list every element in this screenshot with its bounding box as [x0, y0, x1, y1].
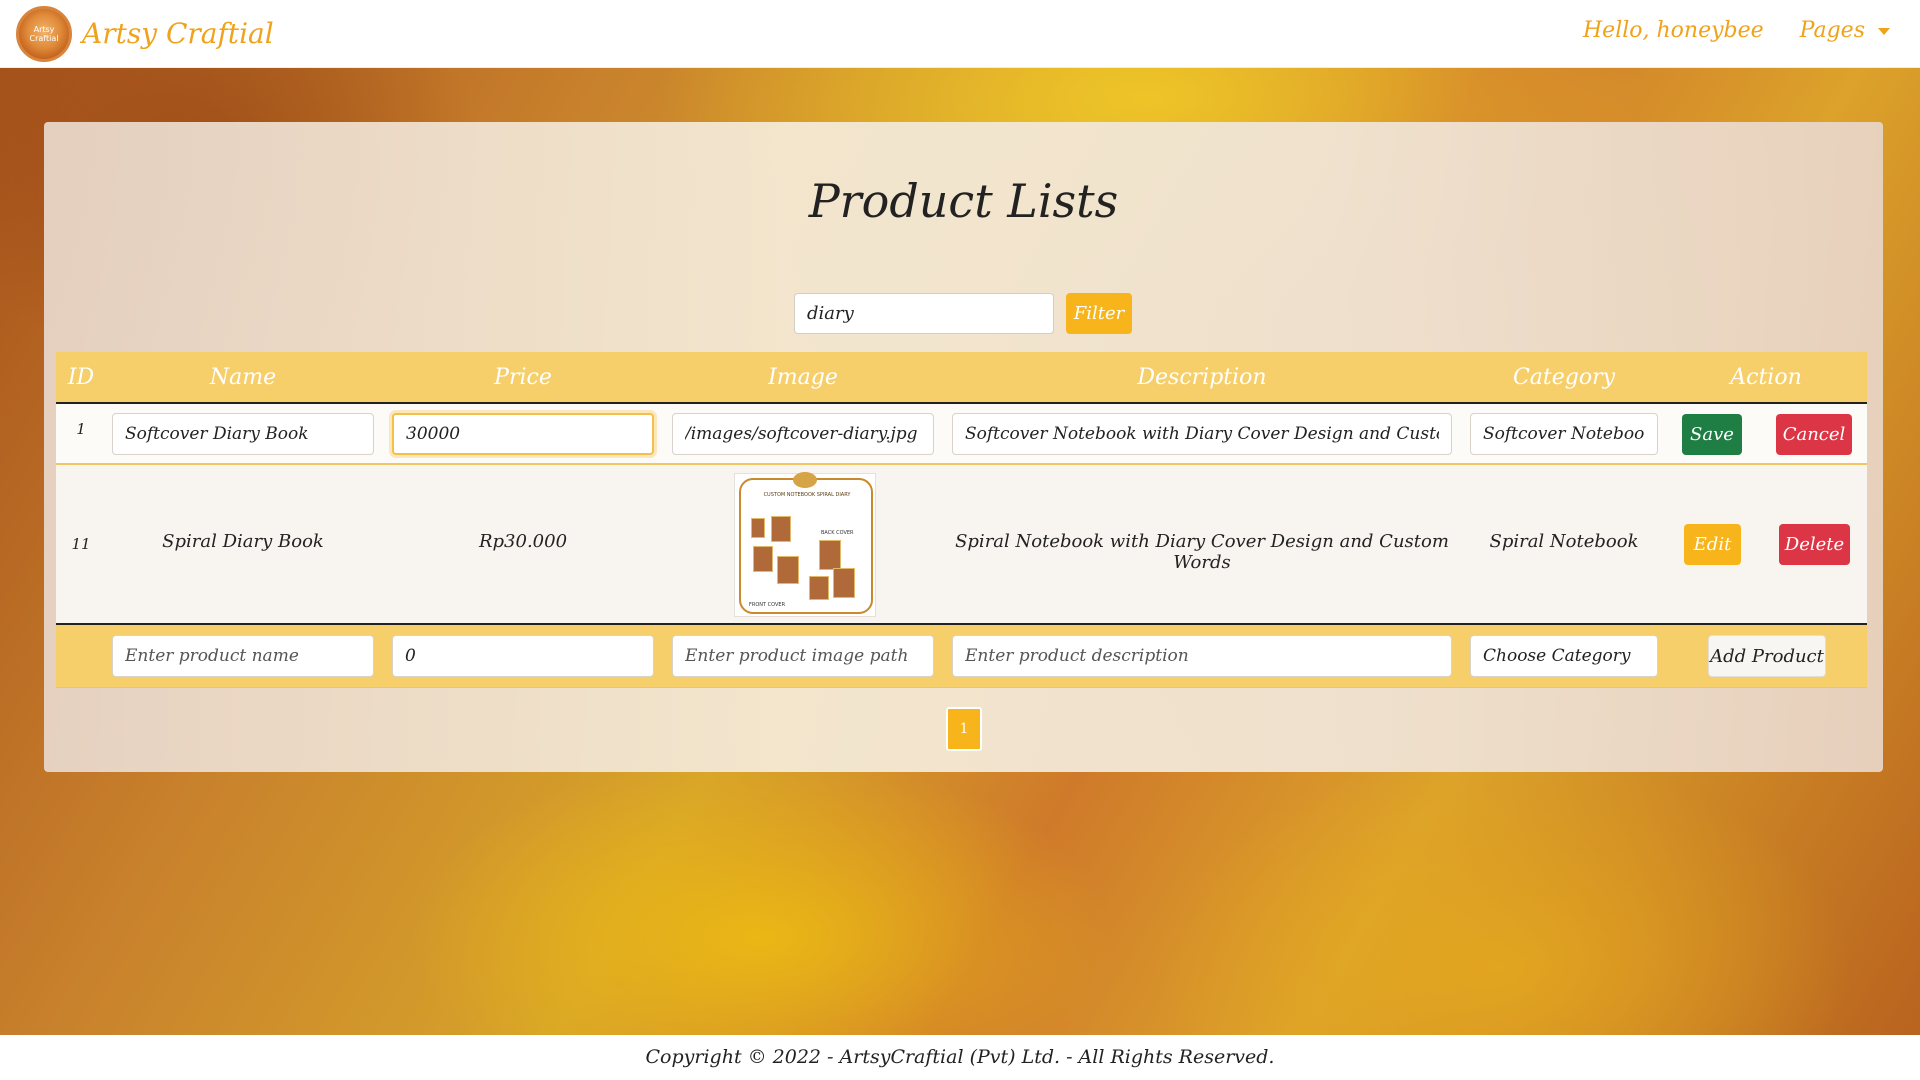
header-action: Action: [1730, 364, 1802, 390]
table-row-editing: 1 Save Cancel: [56, 404, 1867, 465]
filter-row: Filter: [794, 293, 1132, 334]
pages-label: Pages: [1799, 18, 1865, 43]
image-notebook: [751, 518, 765, 538]
user-greeting[interactable]: Hello, honeybee: [1583, 18, 1764, 43]
table-header: ID Name Price Image Description Category…: [56, 352, 1867, 404]
edit-image-input[interactable]: [672, 413, 934, 455]
edit-button[interactable]: Edit: [1684, 524, 1741, 565]
table-row: 11 Spiral Diary Book Rp30.000 CUSTOM NOT…: [56, 465, 1867, 625]
edit-category-select[interactable]: [1470, 413, 1658, 455]
brand-logo: Artsy Craftial: [16, 5, 72, 62]
delete-button[interactable]: Delete: [1779, 524, 1850, 565]
add-product-button[interactable]: Add Product: [1708, 635, 1826, 677]
new-description-input[interactable]: [952, 635, 1452, 677]
navbar: Artsy Craftial Artsy Craftial Hello, hon…: [0, 0, 1920, 68]
edit-description-input[interactable]: [952, 413, 1452, 455]
cancel-button[interactable]: Cancel: [1776, 414, 1852, 455]
filter-input[interactable]: [794, 293, 1054, 334]
image-notebook: [753, 546, 773, 572]
product-card: Product Lists Filter ID Name Price Image…: [44, 122, 1883, 772]
logo-text: Artsy Craftial: [29, 24, 59, 43]
header-name: Name: [209, 364, 277, 390]
filter-button[interactable]: Filter: [1066, 293, 1132, 334]
header-image: Image: [768, 364, 838, 390]
header-description: Description: [1137, 364, 1267, 390]
image-notebook: [777, 556, 799, 584]
product-price: Rp30.000: [478, 531, 568, 552]
header-price: Price: [494, 364, 552, 390]
image-notebook: [819, 540, 841, 570]
pages-dropdown[interactable]: Pages: [1800, 18, 1890, 43]
new-price-input[interactable]: [392, 635, 654, 677]
product-category: Spiral Notebook: [1489, 531, 1639, 552]
image-caption: CUSTOM NOTEBOOK SPIRAL DIARY: [763, 492, 851, 498]
image-emblem: [793, 472, 817, 488]
image-notebook: [833, 568, 855, 598]
row-id: 11: [71, 535, 91, 553]
new-category-select[interactable]: [1470, 635, 1658, 677]
pagination-page-1[interactable]: 1: [946, 707, 982, 751]
header-category: Category: [1512, 364, 1616, 390]
new-name-input[interactable]: [112, 635, 374, 677]
brand[interactable]: Artsy Craftial Artsy Craftial: [16, 5, 274, 62]
save-button[interactable]: Save: [1682, 414, 1742, 455]
nav-right: Hello, honeybee Pages: [1583, 18, 1890, 43]
image-notebook: [771, 516, 791, 542]
header-id: ID: [67, 364, 95, 390]
table-row-add: Add Product: [56, 625, 1867, 688]
product-image: CUSTOM NOTEBOOK SPIRAL DIARY BACK COVER …: [734, 472, 876, 617]
edit-name-input[interactable]: [112, 413, 374, 455]
row-id: 1: [76, 420, 86, 438]
product-description: Spiral Notebook with Diary Cover Design …: [955, 531, 1449, 573]
page-title: Product Lists: [808, 174, 1119, 228]
edit-price-input[interactable]: [392, 413, 654, 455]
image-notebook: [809, 576, 829, 600]
new-image-input[interactable]: [672, 635, 934, 677]
image-back-label: BACK COVER: [821, 530, 854, 536]
footer-copyright: Copyright © 2022 - ArtsyCraftial (Pvt) L…: [0, 1035, 1920, 1080]
image-front-label: FRONT COVER: [749, 602, 786, 608]
product-name: Spiral Diary Book: [162, 531, 324, 552]
brand-name[interactable]: Artsy Craftial: [82, 17, 274, 50]
product-table: ID Name Price Image Description Category…: [56, 352, 1867, 688]
caret-down-icon: [1878, 27, 1890, 35]
